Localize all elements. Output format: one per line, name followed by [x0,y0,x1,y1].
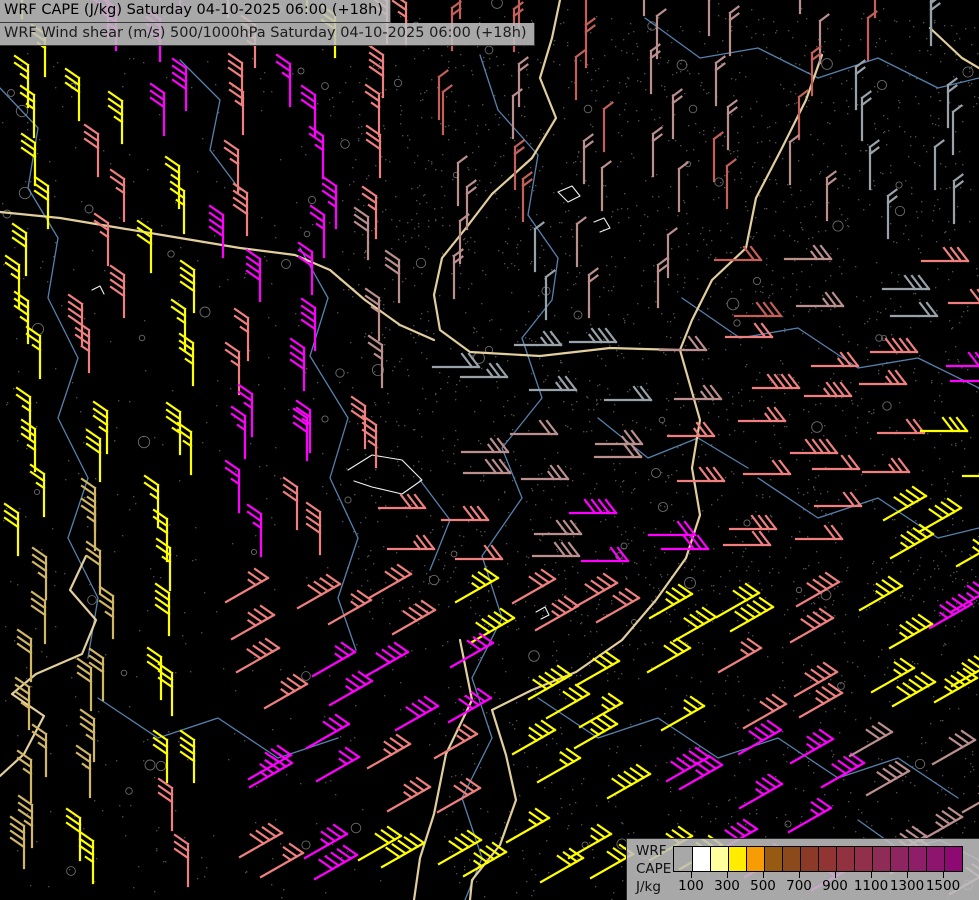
legend-title-block: WRF CAPE J/kg [636,842,671,896]
colorbar-cell [674,847,692,871]
colorbar-cell [746,847,764,871]
colorbar-cell [818,847,836,871]
colorbar-tick-label: 1500 [925,878,961,894]
cape-colorbar [673,846,963,872]
colorbar-cell [782,847,800,871]
colorbar-cell [944,847,962,871]
colorbar-cell [926,847,944,871]
forecast-title-box: WRF CAPE (J/kg) Saturday 04-10-2025 06:0… [0,0,535,46]
windshear-title-line: WRF Wind shear (m/s) 500/1000hPa Saturda… [0,23,535,46]
cape-legend: WRF CAPE J/kg 100 300 500 700 900 1100 1300 150… [626,838,979,900]
legend-parameter-label: CAPE [636,861,672,877]
colorbar-cell [692,847,710,871]
colorbar-cell [800,847,818,871]
colorbar-cell [890,847,908,871]
cape-title-line: WRF CAPE (J/kg) Saturday 04-10-2025 06:0… [0,0,391,23]
legend-model-label: WRF [636,843,667,859]
colorbar-cell [728,847,746,871]
legend-units-label: J/kg [636,879,661,895]
weather-map-viewport: WRF CAPE (J/kg) Saturday 04-10-2025 06:0… [0,0,979,900]
colorbar-cell [764,847,782,871]
colorbar-cell [710,847,728,871]
colorbar-cell [908,847,926,871]
colorbar-cell [872,847,890,871]
colorbar-cell [836,847,854,871]
wrf-map-canvas [0,0,979,900]
colorbar-cell [854,847,872,871]
